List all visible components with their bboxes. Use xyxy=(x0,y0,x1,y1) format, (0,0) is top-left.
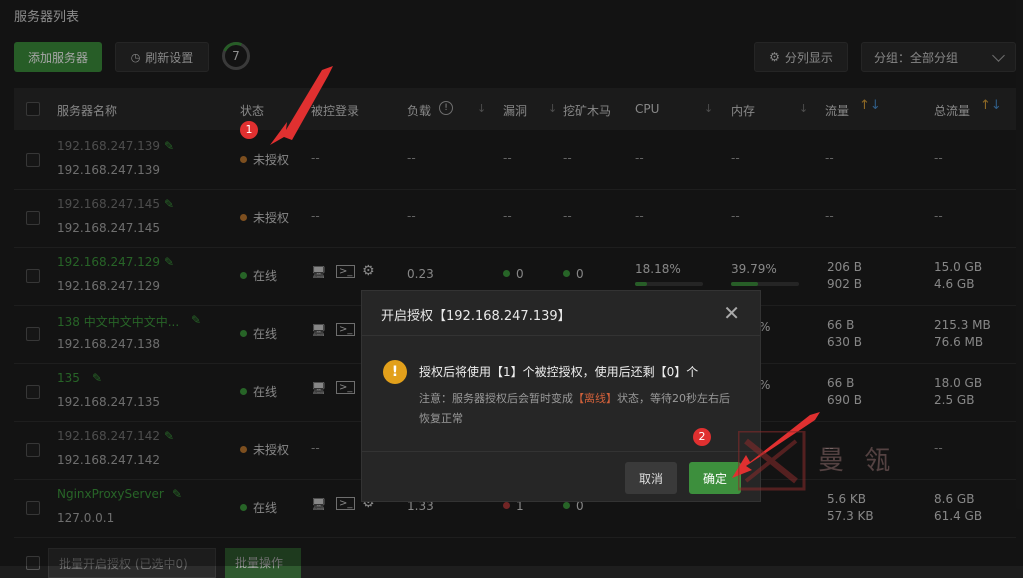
watermark-logo: 曼 瓴 xyxy=(736,429,938,498)
watermark-seal-icon: 曼 瓴 xyxy=(736,429,896,491)
svg-text:曼 瓴: 曼 瓴 xyxy=(818,446,896,476)
annotation-badge-2: 2 xyxy=(693,428,711,446)
arrow-1-icon xyxy=(270,66,333,145)
annotation-badge-1: 1 xyxy=(240,121,258,139)
